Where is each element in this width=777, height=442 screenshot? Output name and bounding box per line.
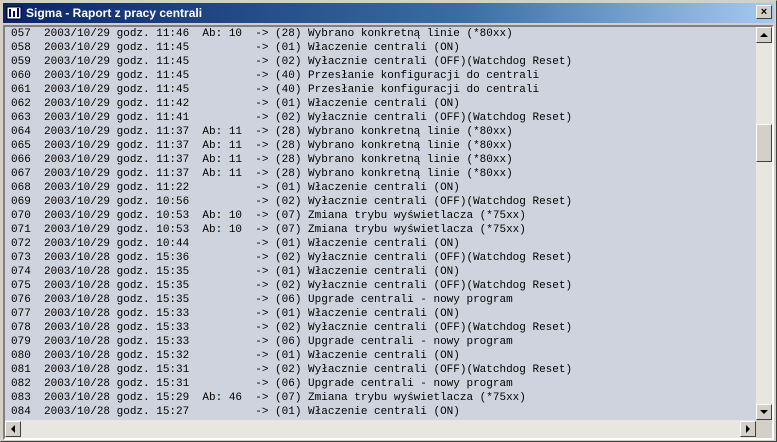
log-row[interactable]: 079 2003/10/28 godz. 15:33 -> (06) Upgra… xyxy=(5,335,756,349)
log-row[interactable]: 059 2003/10/29 godz. 11:45 -> (02) Wyłac… xyxy=(5,55,756,69)
log-row[interactable]: 065 2003/10/29 godz. 11:37 Ab: 11 -> (28… xyxy=(5,139,756,153)
log-row[interactable]: 082 2003/10/28 godz. 15:31 -> (06) Upgra… xyxy=(5,377,756,391)
arrow-down-icon xyxy=(760,410,768,414)
scroll-up-button[interactable] xyxy=(756,27,772,43)
log-row[interactable]: 067 2003/10/29 godz. 11:37 Ab: 11 -> (28… xyxy=(5,167,756,181)
vertical-scroll-thumb[interactable] xyxy=(756,124,772,162)
close-icon: × xyxy=(760,5,768,18)
window-title: Sigma - Raport z pracy centrali xyxy=(26,6,203,20)
scroll-left-button[interactable] xyxy=(5,421,21,437)
log-row[interactable]: 081 2003/10/28 godz. 15:31 -> (02) Wyłac… xyxy=(5,363,756,377)
log-row[interactable]: 066 2003/10/29 godz. 11:37 Ab: 11 -> (28… xyxy=(5,153,756,167)
arrow-left-icon xyxy=(11,425,15,433)
report-client-area: 057 2003/10/29 godz. 11:46 Ab: 10 -> (28… xyxy=(3,25,774,440)
log-row[interactable]: 069 2003/10/29 godz. 10:56 -> (02) Wyłac… xyxy=(5,195,756,209)
scroll-down-button[interactable] xyxy=(756,404,772,420)
log-row[interactable]: 074 2003/10/28 godz. 15:35 -> (01) Włacz… xyxy=(5,265,756,279)
log-row[interactable]: 062 2003/10/29 godz. 11:42 -> (01) Włacz… xyxy=(5,97,756,111)
log-row[interactable]: 070 2003/10/29 godz. 10:53 Ab: 10 -> (07… xyxy=(5,209,756,223)
log-row[interactable]: 076 2003/10/28 godz. 15:35 -> (06) Upgra… xyxy=(5,293,756,307)
vertical-scrollbar[interactable] xyxy=(756,27,772,420)
log-row[interactable]: 084 2003/10/28 godz. 15:27 -> (01) Włacz… xyxy=(5,405,756,419)
scroll-right-button[interactable] xyxy=(740,421,756,437)
app-grid-icon[interactable] xyxy=(6,5,22,21)
log-row[interactable]: 060 2003/10/29 godz. 11:45 -> (40) Przes… xyxy=(5,69,756,83)
log-row[interactable]: 057 2003/10/29 godz. 11:46 Ab: 10 -> (28… xyxy=(5,27,756,41)
log-row[interactable]: 073 2003/10/28 godz. 15:36 -> (02) Wyłac… xyxy=(5,251,756,265)
log-row[interactable]: 064 2003/10/29 godz. 11:37 Ab: 11 -> (28… xyxy=(5,125,756,139)
arrow-up-icon xyxy=(760,33,768,37)
title-bar[interactable]: Sigma - Raport z pracy centrali × xyxy=(3,3,774,23)
log-row[interactable]: 075 2003/10/28 godz. 15:35 -> (02) Wyłac… xyxy=(5,279,756,293)
close-button[interactable]: × xyxy=(756,5,772,19)
log-row[interactable]: 061 2003/10/29 godz. 11:45 -> (40) Przes… xyxy=(5,83,756,97)
log-row[interactable]: 068 2003/10/29 godz. 11:22 -> (01) Włacz… xyxy=(5,181,756,195)
log-row[interactable]: 063 2003/10/29 godz. 11:41 -> (02) Wyłac… xyxy=(5,111,756,125)
log-row[interactable]: 080 2003/10/28 godz. 15:32 -> (01) Włacz… xyxy=(5,349,756,363)
horizontal-scrollbar[interactable] xyxy=(5,420,756,438)
log-row[interactable]: 058 2003/10/29 godz. 11:45 -> (01) Włacz… xyxy=(5,41,756,55)
arrow-right-icon xyxy=(746,425,750,433)
log-row[interactable]: 077 2003/10/28 godz. 15:33 -> (01) Włacz… xyxy=(5,307,756,321)
log-row[interactable]: 071 2003/10/29 godz. 10:53 Ab: 10 -> (07… xyxy=(5,223,756,237)
log-row[interactable]: 083 2003/10/28 godz. 15:29 Ab: 46 -> (07… xyxy=(5,391,756,405)
report-window: Sigma - Raport z pracy centrali × 057 20… xyxy=(0,0,777,442)
log-row[interactable]: 072 2003/10/29 godz. 10:44 -> (01) Włacz… xyxy=(5,237,756,251)
log-row[interactable]: 078 2003/10/28 godz. 15:33 -> (02) Wyłac… xyxy=(5,321,756,335)
log-list[interactable]: 057 2003/10/29 godz. 11:46 Ab: 10 -> (28… xyxy=(5,27,756,420)
scrollbar-corner xyxy=(756,420,772,438)
